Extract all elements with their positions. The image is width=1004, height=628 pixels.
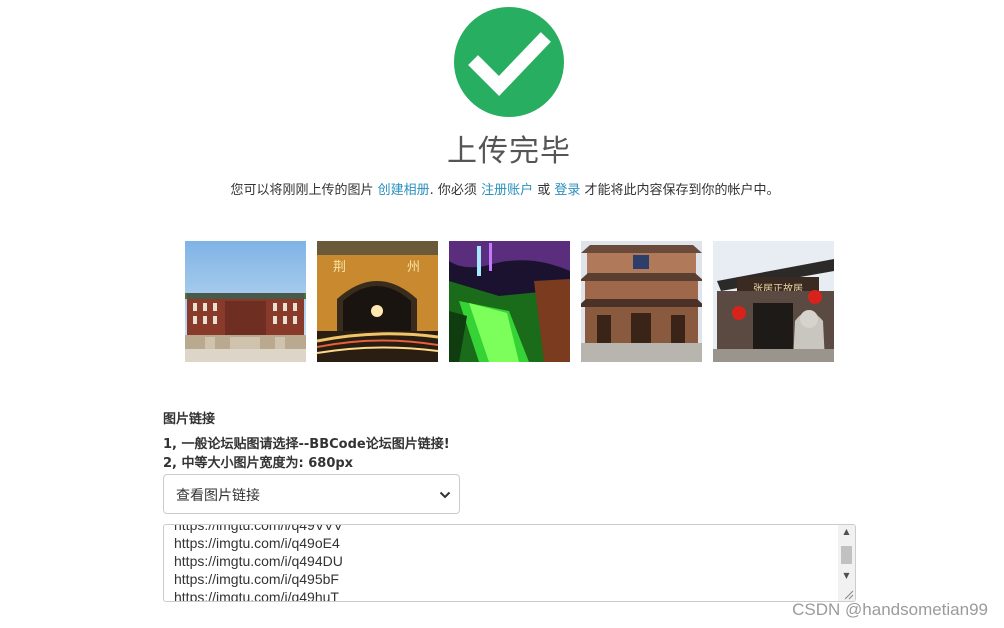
- notice-text-or: 或: [533, 183, 555, 198]
- link-line: https://imgtu.com/i/q49VVV: [174, 524, 343, 533]
- resize-grip-icon[interactable]: [842, 588, 854, 600]
- checkmark-circle-icon: [454, 7, 564, 117]
- thumbnail-4[interactable]: [581, 241, 702, 362]
- bbcode-tip: 1, 一般论坛贴图请选择--BBCode论坛图片链接!: [163, 437, 450, 452]
- save-notice: 您可以将刚刚上传的图片 创建相册. 你必须 注册账户 或 登录 才能将此内容保存…: [0, 179, 1004, 198]
- login-link[interactable]: 登录: [554, 183, 580, 198]
- links-section-title: 图片链接: [163, 412, 216, 427]
- links-textarea[interactable]: https://imgtu.com/i/q49VVV https://imgtu…: [163, 524, 856, 602]
- scroll-thumb[interactable]: [841, 546, 852, 564]
- watermark: CSDN @handsometian99: [792, 600, 988, 619]
- link-line: https://imgtu.com/i/q49oE4: [174, 535, 340, 551]
- notice-text-after: 才能将此内容保存到你的帐户中。: [580, 183, 780, 198]
- scroll-down-arrow-icon[interactable]: ▼: [838, 569, 855, 583]
- link-line: https://imgtu.com/i/q495bF: [174, 571, 339, 587]
- scroll-up-arrow-icon[interactable]: ▲: [838, 525, 855, 539]
- link-type-select-value: 查看图片链接: [176, 488, 260, 504]
- svg-text:州: 州: [407, 260, 420, 275]
- notice-text-before: 您可以将刚刚上传的图片: [230, 183, 378, 198]
- link-line: https://imgtu.com/i/q494DU: [174, 553, 343, 569]
- width-tip: 2, 中等大小图片宽度为: 680px: [163, 456, 354, 471]
- thumbnail-2[interactable]: 荆 州: [317, 241, 438, 362]
- link-type-select[interactable]: 查看图片链接: [163, 474, 460, 514]
- register-link[interactable]: 注册账户: [481, 183, 533, 198]
- svg-text:荆: 荆: [333, 259, 346, 275]
- thumbnail-1[interactable]: [185, 241, 306, 362]
- thumbnail-3[interactable]: [449, 241, 570, 362]
- links-list: https://imgtu.com/i/q49VVV https://imgtu…: [174, 524, 343, 602]
- upload-complete-page: 上传完毕 您可以将刚刚上传的图片 创建相册. 你必须 注册账户 或 登录 才能将…: [0, 0, 1004, 628]
- page-title: 上传完毕: [447, 134, 571, 169]
- link-line: https://imgtu.com/i/q49huT: [174, 589, 339, 602]
- thumbnail-5[interactable]: 张居正故居: [713, 241, 834, 362]
- chevron-down-icon: [439, 488, 451, 504]
- create-album-link[interactable]: 创建相册: [378, 183, 430, 198]
- notice-text-middle: . 你必须: [429, 183, 482, 198]
